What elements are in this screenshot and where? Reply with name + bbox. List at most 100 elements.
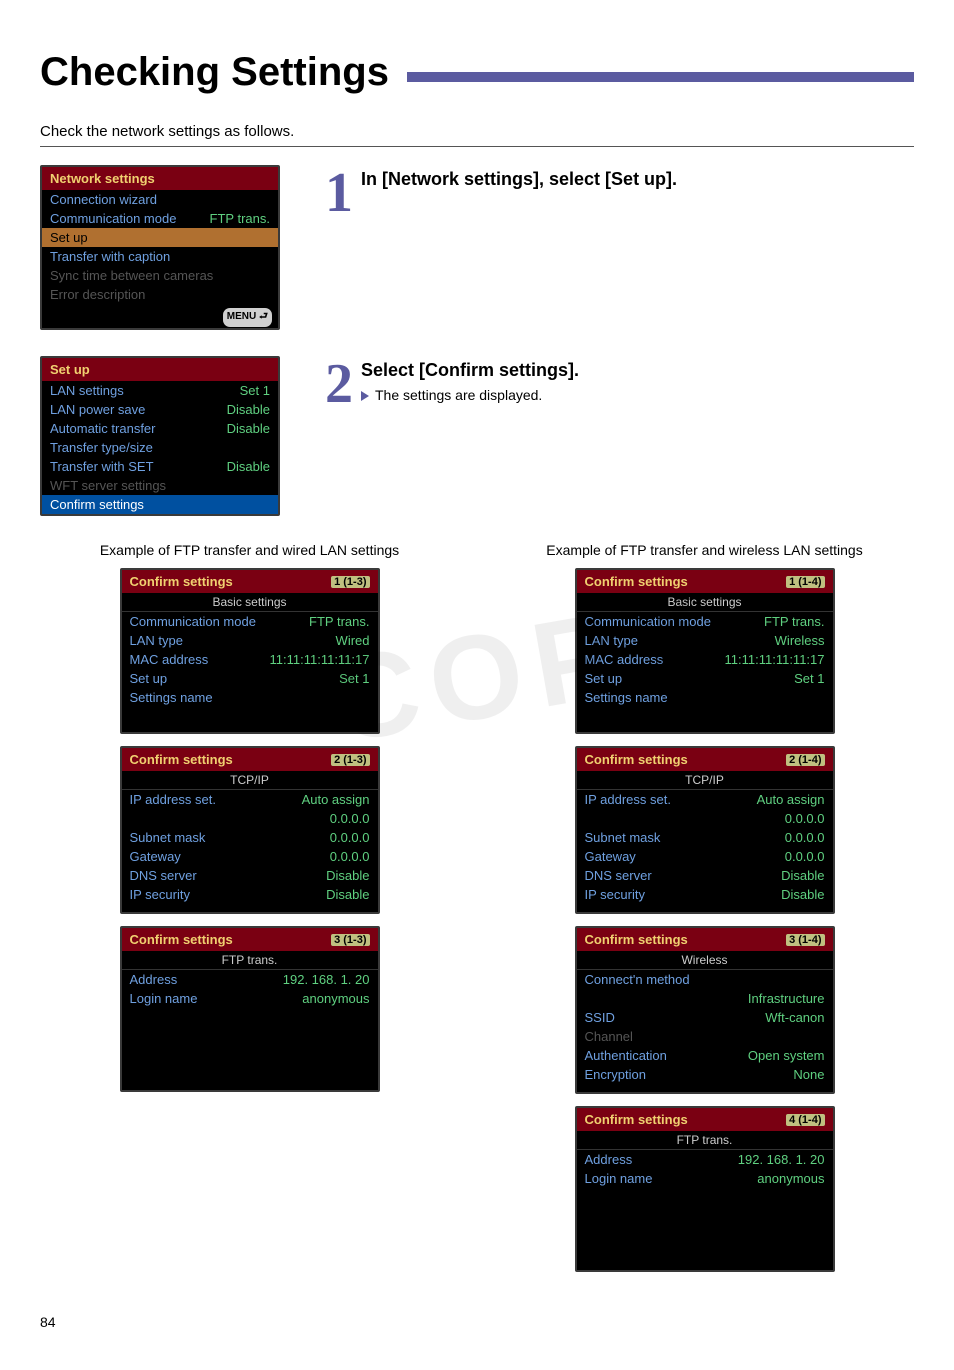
setting-row: Settings name	[577, 688, 833, 707]
intro-text: Check the network settings as follows.	[40, 123, 914, 140]
network-settings-panel: Network settings Connection wizard Commun…	[40, 165, 280, 330]
example-wireless-column: Example of FTP transfer and wireless LAN…	[495, 542, 914, 1284]
setting-row: Settings name	[122, 688, 378, 707]
menu-row: WFT server settings	[42, 476, 278, 495]
setting-row: MAC address11:11:11:11:11:17	[577, 650, 833, 669]
panel-header: Confirm settings 1 (1-4)	[577, 570, 833, 593]
row-label: LAN settings	[50, 383, 124, 398]
row-value: Wft-canon	[765, 1010, 824, 1025]
setting-row: LAN typeWired	[122, 631, 378, 650]
setting-row: Authentication Open system	[577, 1046, 833, 1065]
arrow-right-icon	[361, 391, 369, 401]
page-indicator: 3 (1-4)	[786, 934, 824, 946]
row-value: Disable	[781, 868, 824, 883]
menu-row: Communication mode FTP trans.	[42, 209, 278, 228]
row-label: Settings name	[585, 690, 668, 705]
row-value: Set 1	[339, 671, 369, 686]
row-value: Disable	[227, 421, 270, 436]
setting-row: IP securityDisable	[577, 885, 833, 904]
setting-row: DNS serverDisable	[577, 866, 833, 885]
panel-subheader: FTP trans.	[577, 1131, 833, 1150]
row-label: Login name	[585, 1171, 653, 1186]
row-value: 11:11:11:11:11:17	[270, 652, 370, 667]
confirm-settings-panel: Confirm settings3 (1-3)FTP trans.Address…	[120, 926, 380, 1092]
row-label: Authentication	[585, 1048, 667, 1063]
panel-header: Set up	[42, 358, 278, 381]
row-label: LAN power save	[50, 402, 145, 417]
panel-subheader: Basic settings	[577, 593, 833, 612]
panel-header-text: Confirm settings	[585, 932, 688, 947]
panel-header-text: Confirm settings	[130, 932, 233, 947]
example-wired-caption: Example of FTP transfer and wired LAN se…	[40, 542, 459, 558]
page-number: 84	[40, 1314, 914, 1330]
menu-row: LAN power saveDisable	[42, 400, 278, 419]
step-number-1: 1	[315, 165, 361, 330]
setting-row: Address192. 168. 1. 20	[122, 970, 378, 989]
row-label: Transfer type/size	[50, 440, 153, 455]
row-value: Open system	[748, 1048, 825, 1063]
row-value: FTP trans.	[309, 614, 369, 629]
setting-row: Login name anonymous	[577, 1169, 833, 1188]
panel-header-text: Confirm settings	[130, 752, 233, 767]
page-indicator: 2 (1-3)	[331, 754, 369, 766]
row-label: Set up	[585, 671, 623, 686]
row-value: 0.0.0.0	[330, 830, 370, 845]
row-label: Communication mode	[50, 211, 176, 226]
row-value: 0.0.0.0	[785, 830, 825, 845]
setup-panel: Set up LAN settingsSet 1LAN power saveDi…	[40, 356, 280, 516]
row-value: Disable	[781, 887, 824, 902]
confirm-settings-panel: Confirm settings4 (1-4)FTP trans.Address…	[575, 1106, 835, 1272]
setting-row: Set up Set 1	[577, 669, 833, 688]
page-indicator: 1 (1-4)	[786, 576, 824, 588]
row-label: Address	[585, 1152, 633, 1167]
setting-row: SSIDWft-canon	[577, 1008, 833, 1027]
panel-header-text: Confirm settings	[585, 1112, 688, 1127]
confirm-settings-panel: Confirm settings 1 (1-4) Basic settings Com…	[575, 568, 835, 734]
menu-row: Set up	[42, 228, 278, 247]
step-1: Network settings Connection wizard Commun…	[40, 165, 914, 330]
row-label: Subnet mask	[585, 830, 661, 845]
setting-row: IP address set.Auto assign	[577, 790, 833, 809]
setting-row: 0.0.0.0	[122, 809, 378, 828]
confirm-settings-panel: Confirm settings3 (1-4)WirelessConnect'n…	[575, 926, 835, 1094]
confirm-settings-panel: Confirm settings2 (1-4)TCP/IPIP address …	[575, 746, 835, 914]
row-value: anonymous	[757, 1171, 824, 1186]
row-label: MAC address	[585, 652, 664, 667]
page-title: Checking Settings	[40, 50, 389, 95]
setting-row: MAC address11:11:11:11:11:17	[122, 650, 378, 669]
row-label: LAN type	[585, 633, 638, 648]
setting-row: Address 192. 168. 1. 20	[577, 1150, 833, 1169]
panel-header-text: Confirm settings	[585, 752, 688, 767]
menu-row: Transfer type/size	[42, 438, 278, 457]
row-value: Wireless	[775, 633, 825, 648]
setting-row: IP securityDisable	[122, 885, 378, 904]
row-value: 192. 168. 1. 20	[738, 1152, 825, 1167]
row-label: Connection wizard	[50, 192, 157, 207]
panel-header-text: Network settings	[50, 171, 155, 186]
row-label: Communication mode	[585, 614, 711, 629]
row-label: IP security	[130, 887, 190, 902]
setting-row: Subnet mask0.0.0.0	[122, 828, 378, 847]
setting-row: EncryptionNone	[577, 1065, 833, 1084]
setting-row: IP address set.Auto assign	[122, 790, 378, 809]
menu-footer: MENU ⮐	[42, 304, 278, 328]
row-value: 0.0.0.0	[330, 811, 370, 826]
row-value: Set 1	[794, 671, 824, 686]
row-label: DNS server	[130, 868, 197, 883]
setting-row: Gateway0.0.0.0	[122, 847, 378, 866]
row-value: None	[793, 1067, 824, 1082]
setting-row: Login nameanonymous	[122, 989, 378, 1008]
row-label: Communication mode	[130, 614, 256, 629]
step-2-heading: Select [Confirm settings].	[361, 360, 914, 381]
step-1-heading: In [Network settings], select [Set up].	[361, 169, 914, 190]
row-value: FTP trans.	[210, 211, 270, 226]
row-label: Address	[130, 972, 178, 987]
panel-header: Confirm settings3 (1-3)	[122, 928, 378, 951]
row-label: Sync time between cameras	[50, 268, 213, 283]
row-value: 0.0.0.0	[785, 849, 825, 864]
page-indicator: 2 (1-4)	[786, 754, 824, 766]
panel-header-text: Confirm settings	[585, 574, 688, 589]
row-label: Transfer with SET	[50, 459, 154, 474]
panel-header: Network settings	[42, 167, 278, 190]
menu-row: Automatic transferDisable	[42, 419, 278, 438]
